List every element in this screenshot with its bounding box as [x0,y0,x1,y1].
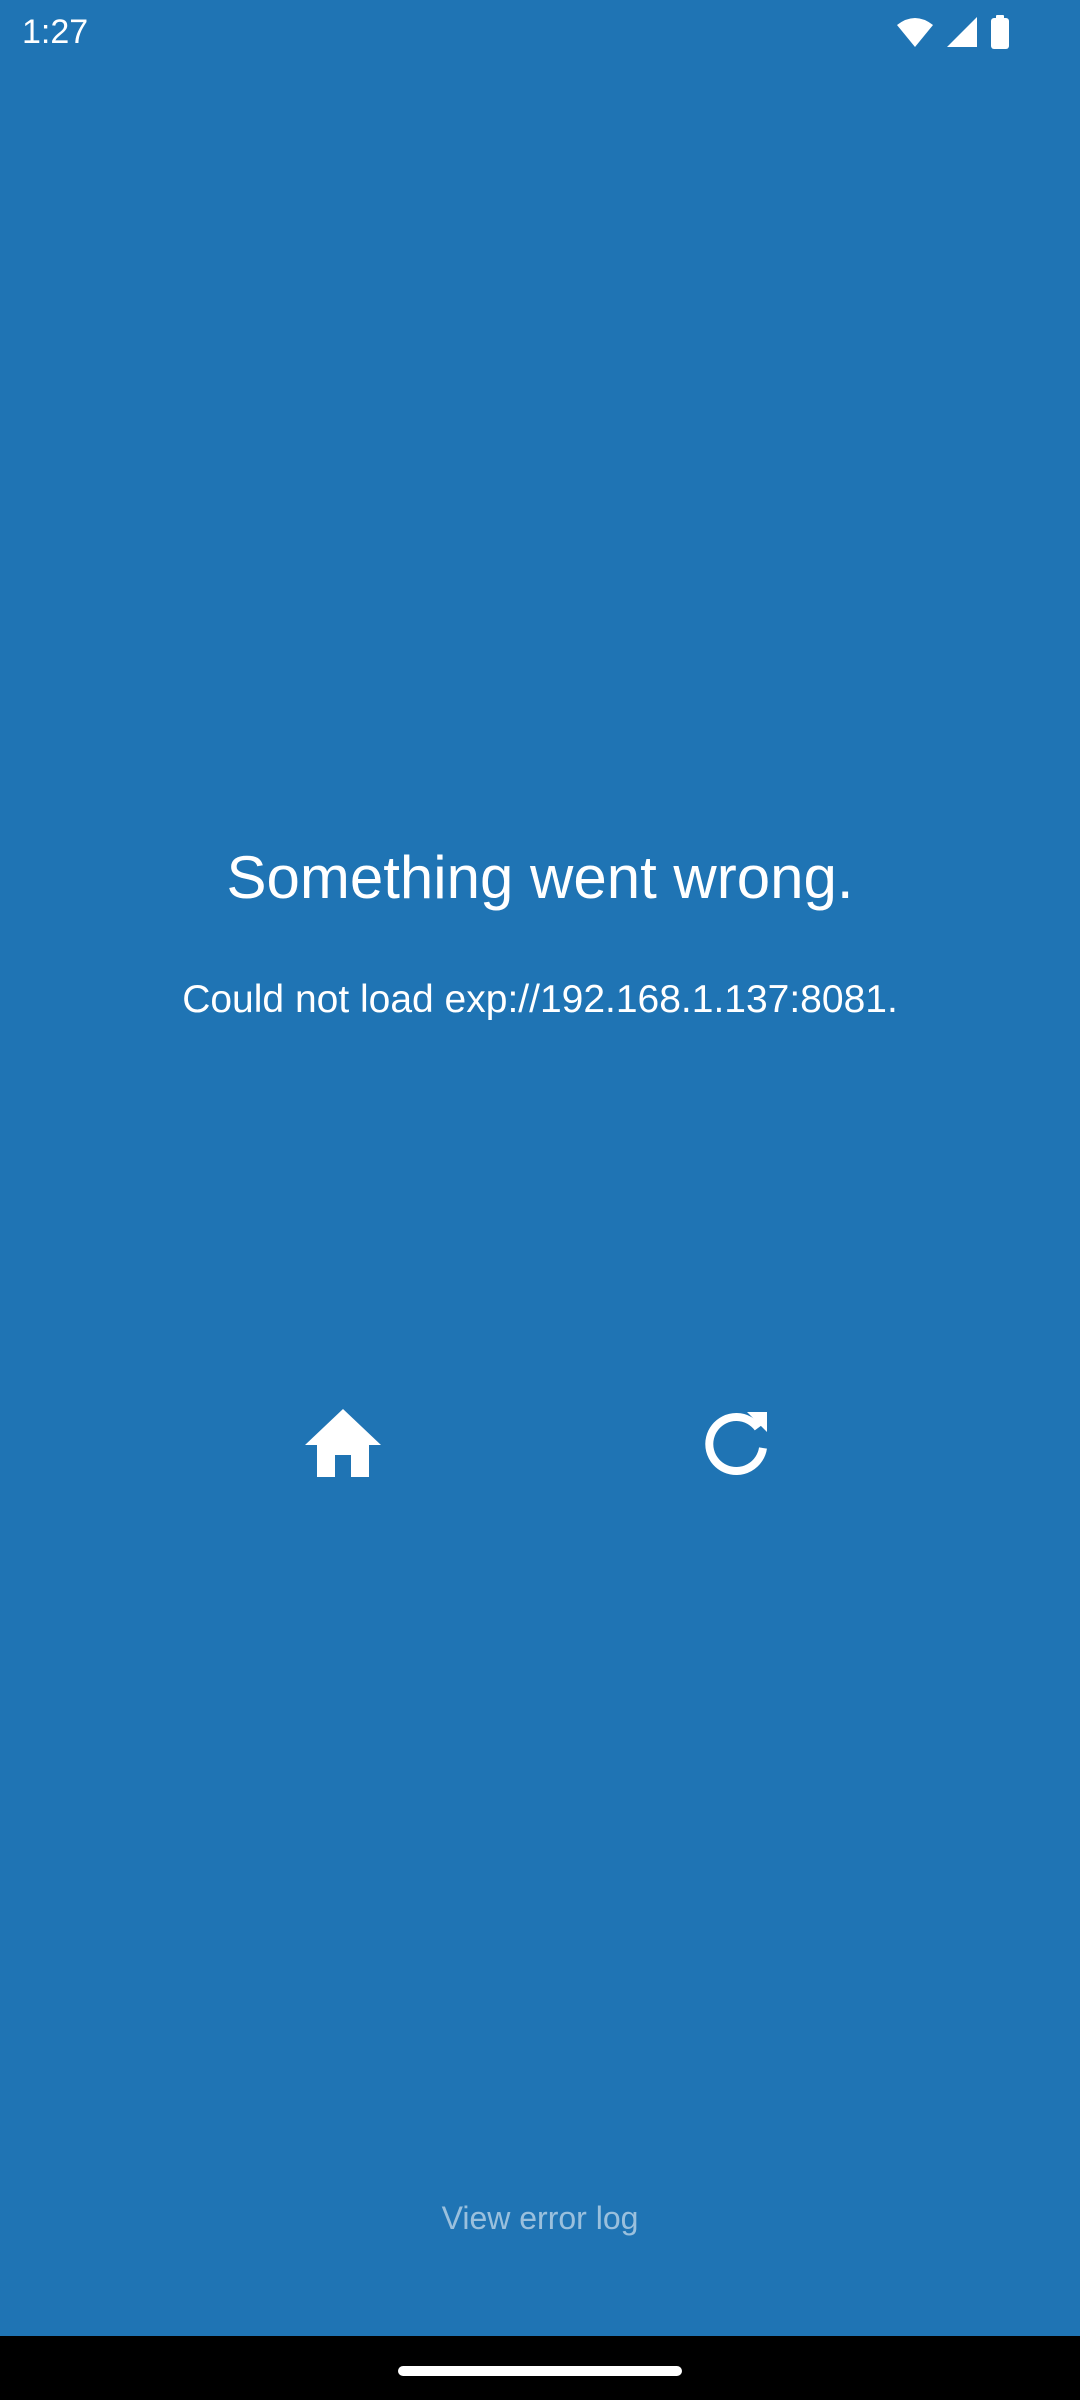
error-message: Could not load exp://192.168.1.137:8081. [182,978,898,1021]
reload-icon [705,1412,767,1476]
status-icons [896,14,1010,50]
reload-button[interactable] [681,1388,791,1498]
gesture-handle[interactable] [398,2366,682,2376]
view-error-log-link[interactable]: View error log [0,2196,1080,2240]
home-icon [305,1409,381,1477]
cell-signal-icon [946,16,978,48]
status-time: 1:27 [22,13,89,51]
error-title: Something went wrong. [226,844,854,911]
wifi-icon [896,16,934,48]
home-button[interactable] [288,1388,398,1498]
status-bar: 1:27 [0,0,1080,64]
navigation-bar [0,2336,1080,2400]
battery-icon [990,15,1010,49]
error-screen: 1:27 Something went wrong. Could not loa… [0,0,1080,2400]
